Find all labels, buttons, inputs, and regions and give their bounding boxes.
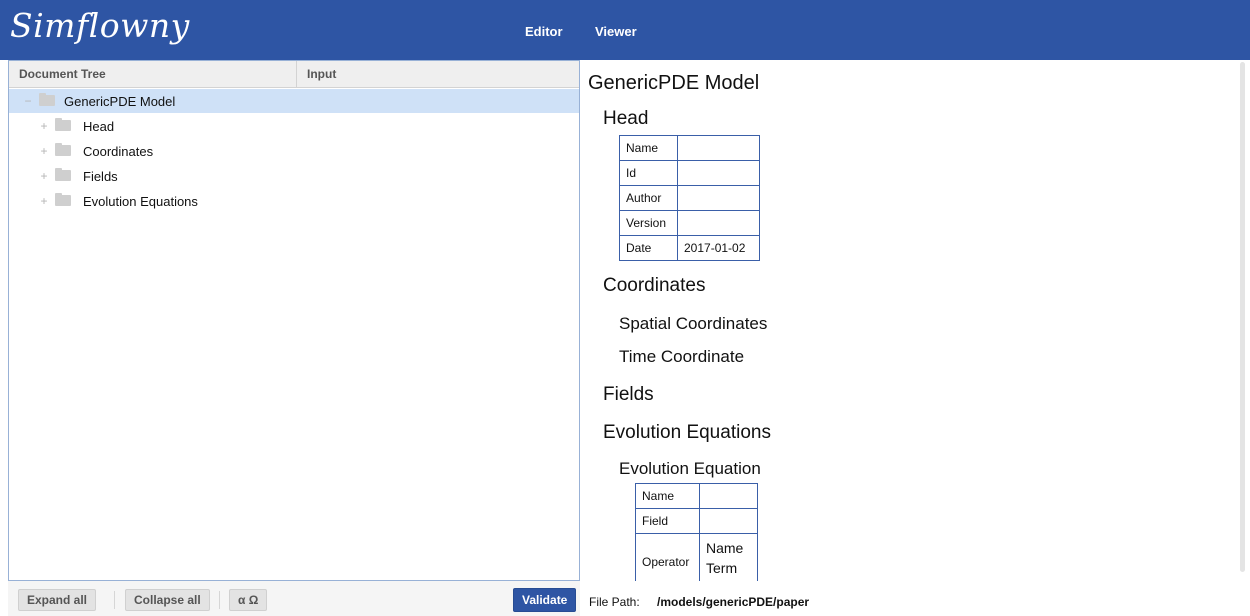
special-characters-button[interactable]: α Ω	[229, 589, 268, 611]
collapse-all-button[interactable]: Collapse all	[125, 589, 210, 611]
column-header-input[interactable]: Input	[307, 67, 336, 81]
time-coordinate-heading: Time Coordinate	[619, 347, 745, 366]
folder-icon	[55, 168, 71, 181]
toolbar-separator	[219, 591, 220, 609]
tree-node-coordinates[interactable]: + Coordinates	[9, 139, 579, 163]
table-row: Name	[619, 135, 760, 161]
tree-node-fields[interactable]: + Fields	[9, 164, 579, 188]
folder-icon	[55, 143, 71, 156]
table-key-cell: Operator	[635, 533, 700, 581]
table-key-cell: Name	[635, 483, 700, 509]
document-tree-panel: Document Tree Input − GenericPDE Model +…	[8, 60, 580, 581]
table-key-cell: Name	[619, 135, 678, 161]
head-table: Name Id Author Version Date 2017-01-02	[619, 135, 760, 261]
tree-node-head[interactable]: + Head	[9, 114, 579, 138]
table-value-cell	[677, 135, 760, 161]
expand-all-button[interactable]: Expand all	[18, 589, 97, 611]
nav-editor-link[interactable]: Editor	[525, 24, 563, 39]
table-value-cell	[677, 160, 760, 186]
viewer-title: GenericPDE Model	[588, 72, 760, 94]
tree-node-label: Coordinates	[83, 144, 154, 159]
tree-node-label: GenericPDE Model	[64, 94, 176, 109]
tree-node-evolution-equations[interactable]: + Evolution Equations	[9, 189, 579, 213]
table-row: Operator Name Term	[635, 533, 758, 581]
folder-icon	[39, 93, 55, 106]
spatial-coordinates-heading: Spatial Coordinates	[619, 314, 768, 333]
table-value-cell	[699, 483, 758, 509]
tree-node-label: Head	[83, 119, 115, 134]
table-row: Field	[635, 508, 758, 534]
operator-name-value: Name	[706, 540, 744, 556]
expand-toggle-icon[interactable]: +	[37, 144, 51, 158]
evolution-equation-table: Name Field Operator Name Term	[635, 483, 758, 581]
expand-toggle-icon[interactable]: +	[37, 119, 51, 133]
table-key-cell: Id	[619, 160, 678, 186]
document-viewer: GenericPDE Model Head Name Id Author Ver…	[580, 60, 1250, 581]
table-value-cell: 2017-01-02	[677, 235, 760, 261]
tree-node-genericpde-model[interactable]: − GenericPDE Model	[9, 89, 579, 113]
expand-toggle-icon[interactable]: +	[37, 194, 51, 208]
evolution-equation-heading: Evolution Equation	[619, 459, 761, 478]
table-row: Author	[619, 185, 760, 211]
table-row: Name	[635, 483, 758, 509]
column-header-document-tree[interactable]: Document Tree	[19, 67, 106, 81]
section-fields-heading: Fields	[603, 384, 654, 405]
table-value-cell	[677, 185, 760, 211]
table-value-cell	[699, 508, 758, 534]
file-path-value: /models/genericPDE/paper	[657, 595, 810, 609]
table-value-cell: Name Term	[699, 533, 758, 581]
table-row: Id	[619, 160, 760, 186]
expand-toggle-icon[interactable]: +	[37, 169, 51, 183]
table-key-cell: Author	[619, 185, 678, 211]
toolbar-separator	[114, 591, 115, 609]
tree-node-label: Evolution Equations	[83, 194, 198, 209]
section-evolution-equations-heading: Evolution Equations	[603, 422, 771, 443]
column-divider[interactable]	[296, 61, 297, 88]
tree-header: Document Tree Input	[9, 61, 579, 88]
table-value-cell	[677, 210, 760, 236]
validate-button[interactable]: Validate	[513, 588, 577, 612]
collapse-toggle-icon[interactable]: −	[21, 94, 35, 108]
operator-term-value: Term	[706, 560, 738, 576]
file-path-label: File Path:	[589, 595, 640, 609]
top-navigation-bar: Simflowny Editor Viewer	[0, 0, 1250, 60]
table-row: Date 2017-01-02	[619, 235, 760, 261]
table-key-cell: Date	[619, 235, 678, 261]
nav-viewer-link[interactable]: Viewer	[595, 24, 637, 39]
section-coordinates-heading: Coordinates	[603, 275, 706, 296]
viewer-scrollbar[interactable]	[1240, 62, 1245, 572]
tree-node-label: Fields	[83, 169, 118, 184]
section-head-heading: Head	[603, 108, 649, 129]
tree-toolbar: Expand all Collapse all α Ω Validate	[8, 581, 580, 616]
table-row: Version	[619, 210, 760, 236]
folder-icon	[55, 118, 71, 131]
app-logo: Simflowny	[10, 6, 190, 45]
table-key-cell: Field	[635, 508, 700, 534]
table-key-cell: Version	[619, 210, 678, 236]
file-path-bar: File Path: /models/genericPDE/paper	[580, 581, 1250, 616]
folder-icon	[55, 193, 71, 206]
